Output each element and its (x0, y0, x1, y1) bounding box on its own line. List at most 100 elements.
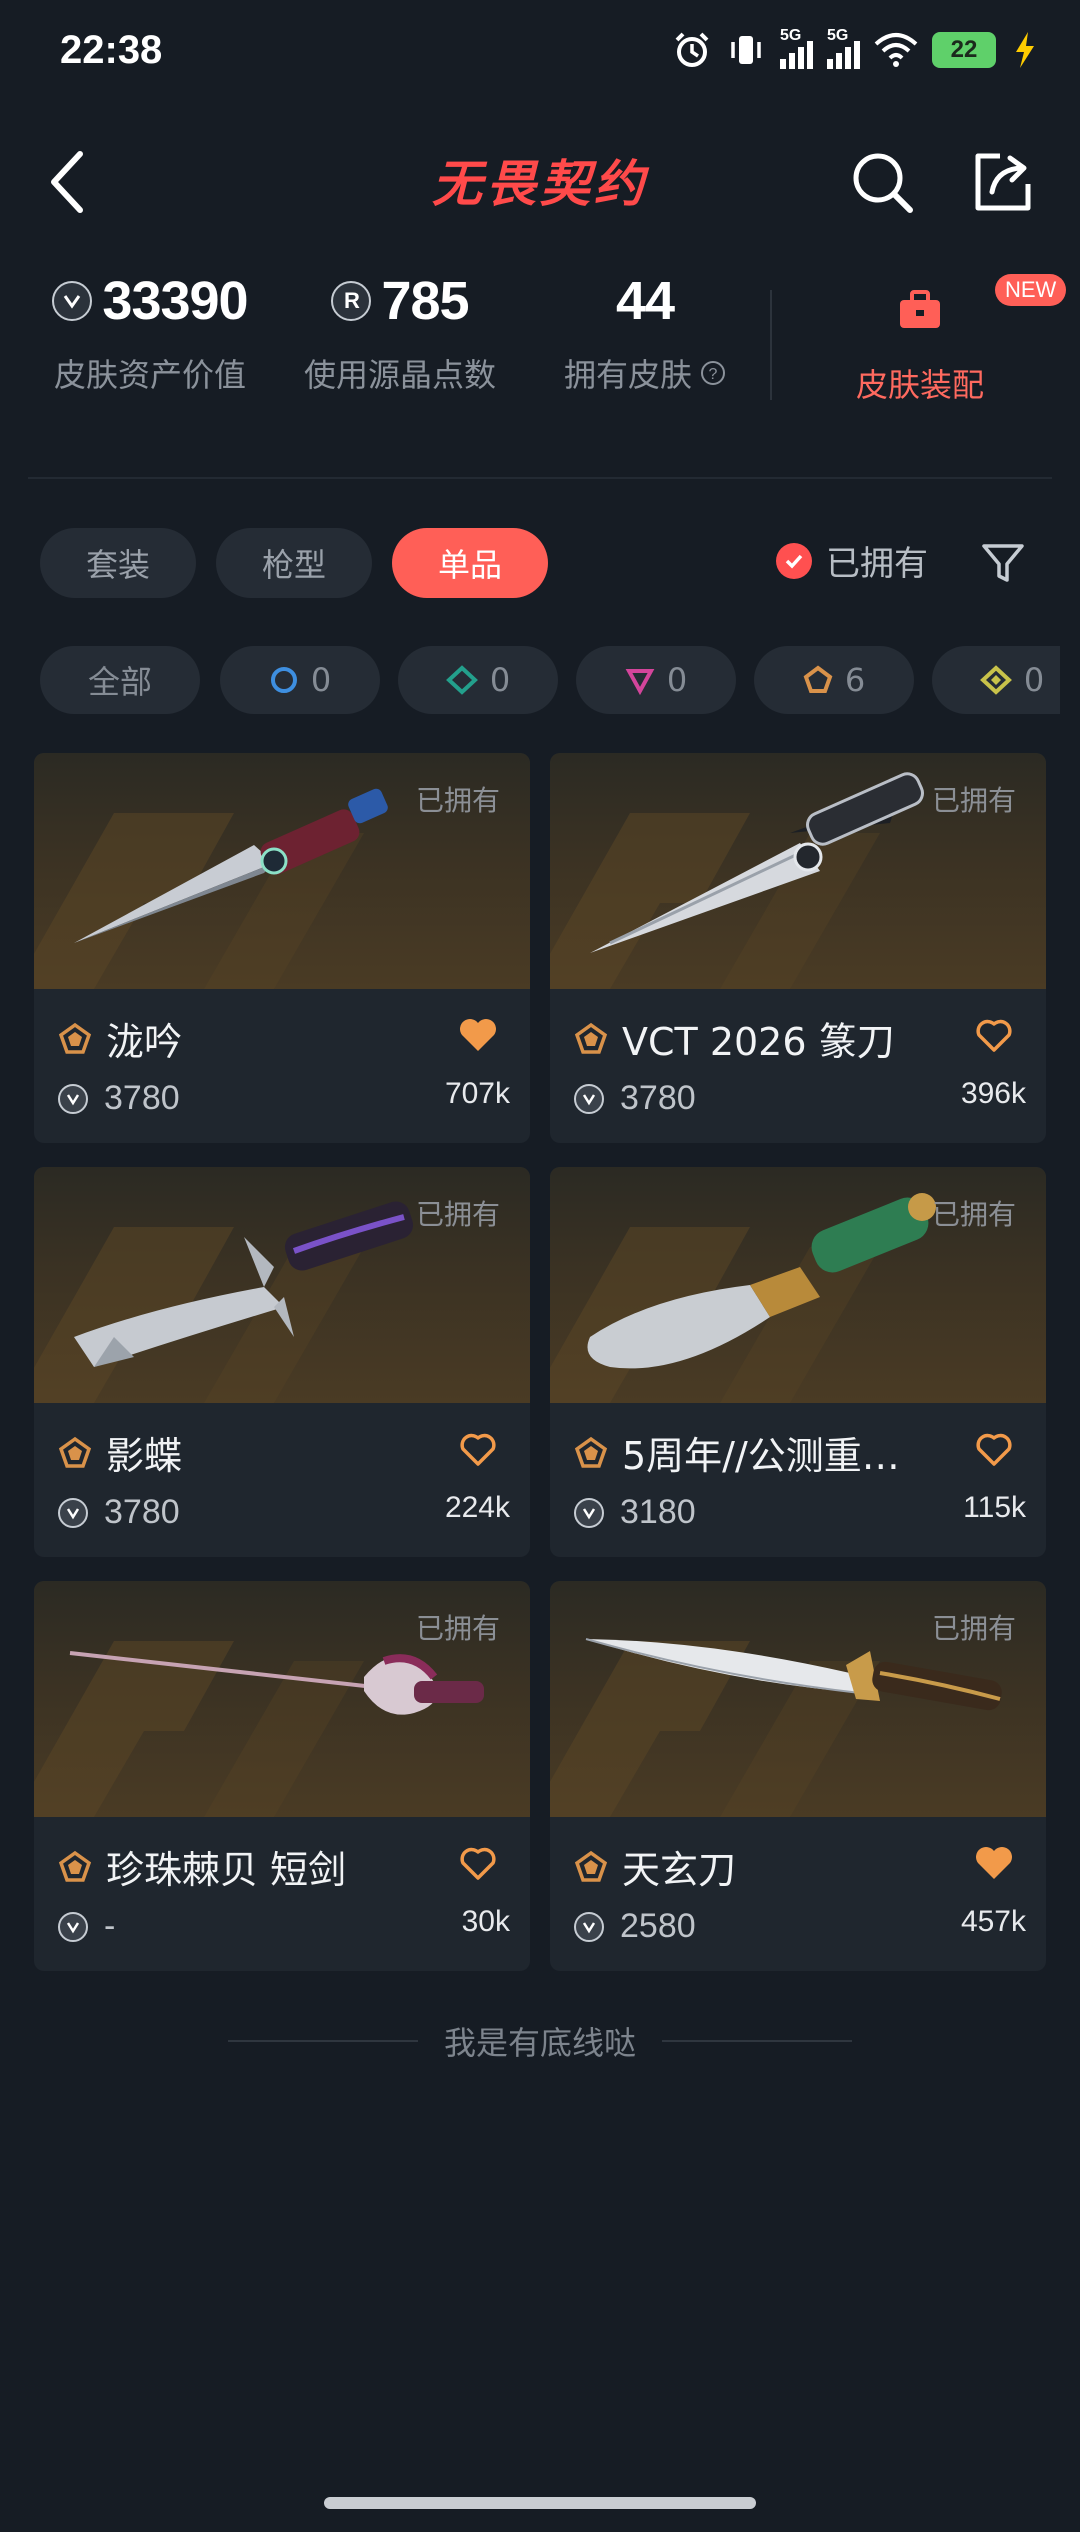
like-count: 224k (444, 1491, 510, 1524)
new-badge: NEW (995, 274, 1067, 306)
skin-price: 2580 (620, 1907, 696, 1945)
section-divider (28, 477, 1052, 479)
skin-card[interactable]: 已拥有 泷吟 3780 707k (34, 753, 530, 1143)
share-icon[interactable] (968, 146, 1038, 216)
chip-select-tier[interactable]: 0 (220, 646, 380, 714)
chip-count: 6 (844, 661, 866, 699)
status-time: 22:38 (60, 28, 163, 72)
chip-ultra-tier[interactable]: 0 (932, 646, 1060, 714)
heart-outline-icon[interactable] (458, 1845, 498, 1881)
tab-weapon-types[interactable]: 枪型 (216, 528, 373, 598)
owned-tag: 已拥有 (415, 1198, 500, 1231)
signal-icon-2: 5G (827, 27, 860, 69)
owned-filter-toggle[interactable]: 已拥有 (776, 536, 928, 585)
exclusive-tier-icon (58, 1022, 92, 1054)
asset-value-label: 皮肤资产价值 (53, 356, 246, 394)
skins-owned-stat[interactable]: 44 拥有皮肤 ? (540, 270, 750, 396)
end-of-list: 我是有底线哒 (0, 2018, 1080, 2064)
chip-exclusive-tier[interactable]: 6 (754, 646, 914, 714)
skin-image: 已拥有 (34, 753, 530, 989)
skin-card[interactable]: 已拥有 VCT 2026 篆刀 3780 396k (550, 753, 1046, 1143)
heart-outline-icon[interactable] (974, 1017, 1014, 1053)
chip-count: 0 (1023, 661, 1045, 699)
signal-label: 5G (780, 27, 802, 44)
status-bar: 22:38 5G 5G 22 (0, 0, 1080, 110)
signal-icon: 5G (780, 27, 813, 69)
vp-coin-icon (58, 1911, 88, 1942)
skins-owned-label: 拥有皮肤 (563, 356, 692, 394)
heart-filled-icon[interactable] (458, 1017, 498, 1053)
heart-filled-icon[interactable] (974, 1845, 1014, 1881)
skin-price: - (104, 1907, 116, 1945)
heart-outline-icon[interactable] (458, 1431, 498, 1467)
chip-deluxe-tier[interactable]: 0 (398, 646, 558, 714)
skin-name: 泷吟 (106, 1020, 183, 1064)
premium-tier-icon (625, 669, 655, 695)
vp-coin-icon (574, 1083, 604, 1114)
owned-tag: 已拥有 (931, 784, 1016, 817)
skin-name: 影蝶 (106, 1434, 183, 1478)
exclusive-tier-icon (574, 1436, 608, 1468)
skin-name: 天玄刀 (622, 1848, 737, 1892)
skin-card[interactable]: 已拥有 珍珠棘贝 短剑 - 30k (34, 1581, 530, 1971)
chip-count: 0 (310, 661, 332, 699)
status-icons: 5G 5G 22 (672, 27, 1040, 70)
skin-image: 已拥有 (34, 1581, 530, 1817)
skin-image: 已拥有 (550, 1581, 1046, 1817)
alarm-icon (675, 32, 709, 67)
skin-image: 已拥有 (550, 753, 1046, 989)
skin-loadout-button[interactable]: NEW 皮肤装配 (820, 270, 1067, 406)
vp-coin-icon (58, 1083, 88, 1114)
chip-all[interactable]: 全部 (40, 646, 200, 714)
asset-value: 33390 (102, 271, 248, 331)
tab-single-items[interactable]: 单品 (392, 528, 549, 598)
exclusive-tier-icon (803, 665, 833, 693)
footer-line-right (662, 2040, 852, 2042)
owned-filter-label: 已拥有 (826, 544, 928, 584)
chip-count: 0 (666, 661, 688, 699)
loadout-icon (900, 290, 940, 328)
vibrate-icon (731, 36, 761, 64)
owned-tag: 已拥有 (931, 1612, 1016, 1645)
search-icon[interactable] (848, 148, 918, 218)
asset-value-stat: 33390 皮肤资产价值 (40, 270, 260, 396)
radianite-value: 785 (381, 271, 469, 331)
tab-bundles[interactable]: 套装 (40, 528, 197, 598)
owned-tag: 已拥有 (415, 784, 500, 817)
app-title: 无畏契约 (432, 154, 648, 213)
checkmark-icon (776, 542, 812, 579)
end-of-list-text: 我是有底线哒 (443, 2024, 636, 2062)
exclusive-tier-icon (58, 1850, 92, 1882)
wifi-icon (874, 33, 918, 67)
chip-count: 0 (489, 661, 511, 699)
tier-filter-chips: 全部 0 0 0 6 0 (40, 646, 1060, 716)
like-count: 30k (461, 1905, 510, 1938)
signal-label-2: 5G (827, 27, 849, 44)
ultra-tier-icon (979, 665, 1012, 695)
skin-image: 已拥有 (34, 1167, 530, 1403)
skin-name: VCT 2026 篆刀 (622, 1020, 895, 1064)
skin-card[interactable]: 已拥有 5周年//公测重… 3180 115k (550, 1167, 1046, 1557)
help-icon[interactable]: ? (700, 360, 726, 386)
skin-price: 3780 (104, 1079, 180, 1117)
home-indicator[interactable] (324, 2497, 756, 2509)
skin-card[interactable]: 已拥有 天玄刀 2580 457k (550, 1581, 1046, 1971)
deluxe-tier-icon (445, 665, 478, 695)
filter-icon[interactable] (980, 540, 1026, 586)
stats-panel: 33390 皮肤资产价值 R 785 使用源晶点数 44 拥有皮肤 ? NEW … (0, 270, 1080, 440)
radianite-label: 使用源晶点数 (303, 356, 496, 394)
charging-icon (1016, 32, 1034, 68)
skin-card[interactable]: 已拥有 影蝶 3780 224k (34, 1167, 530, 1557)
battery-indicator: 22 (932, 32, 996, 68)
exclusive-tier-icon (58, 1436, 92, 1468)
category-tabs: 套装 枪型 单品 (40, 528, 549, 598)
chip-premium-tier[interactable]: 0 (576, 646, 736, 714)
svg-text:?: ? (709, 366, 718, 383)
like-count: 115k (963, 1491, 1026, 1524)
heart-outline-icon[interactable] (974, 1431, 1014, 1467)
like-count: 707k (444, 1077, 510, 1110)
footer-line-left (227, 2040, 418, 2042)
radianite-coin-icon: R (331, 281, 372, 321)
like-count: 396k (960, 1077, 1026, 1110)
vp-coin-icon (574, 1911, 604, 1942)
